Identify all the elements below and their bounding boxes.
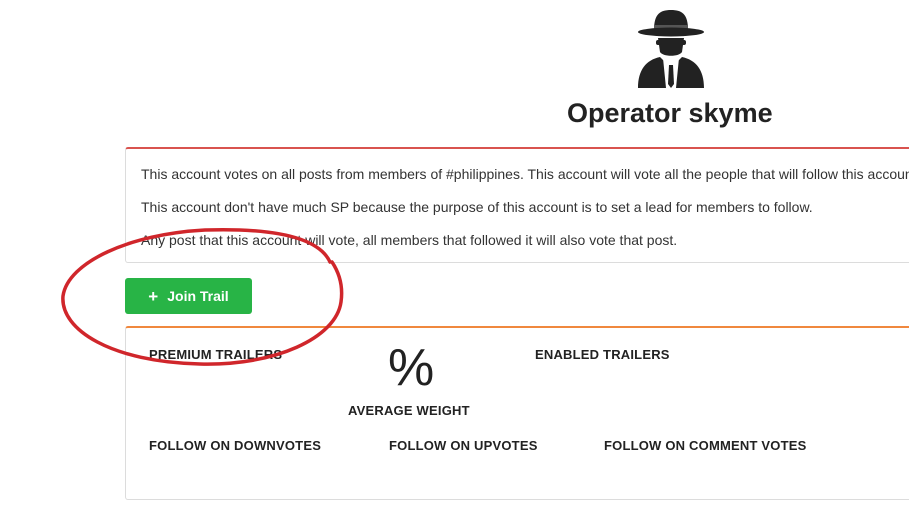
follow-comment-votes-label: FOLLOW ON COMMENT VOTES (604, 438, 807, 453)
follow-downvotes-label: FOLLOW ON DOWNVOTES (149, 438, 322, 453)
join-trail-button[interactable]: + Join Trail (125, 278, 252, 314)
join-trail-label: Join Trail (167, 288, 229, 304)
average-weight-label: AVERAGE WEIGHT (348, 403, 470, 418)
description-line: This account don't have much SP because … (141, 199, 813, 215)
premium-trailers-label: PREMIUM TRAILERS (149, 347, 283, 362)
description-card: This account votes on all posts from mem… (125, 147, 909, 263)
description-line: Any post that this account will vote, al… (141, 232, 678, 248)
plus-icon: + (148, 286, 159, 306)
stats-card: PREMIUM TRAILERS % AVERAGE WEIGHT ENABLE… (125, 326, 909, 500)
spy-agent-icon (638, 10, 704, 88)
follow-upvotes-label: FOLLOW ON UPVOTES (389, 438, 538, 453)
description-line: This account votes on all posts from mem… (141, 166, 909, 182)
page-title: Operator skyme (567, 98, 773, 128)
enabled-trailers-label: ENABLED TRAILERS (535, 347, 670, 362)
average-weight-value: % (388, 339, 435, 397)
